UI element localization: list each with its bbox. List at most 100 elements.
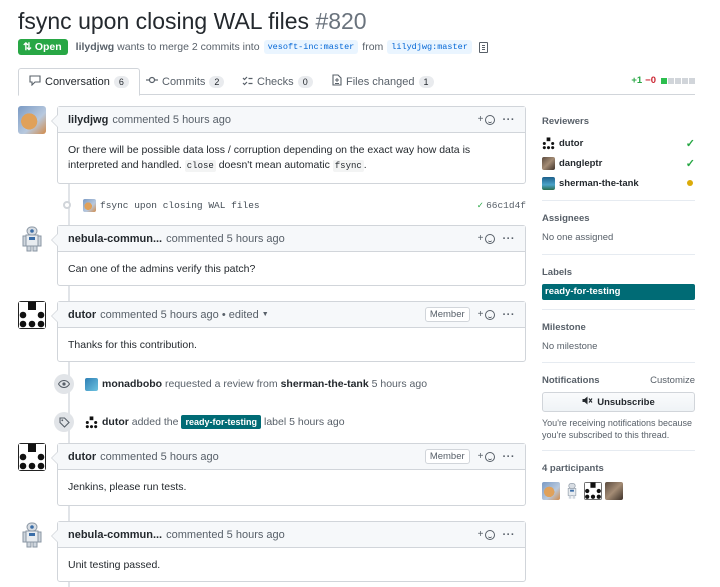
more-options-icon[interactable]: ··· xyxy=(503,309,516,321)
chevron-down-icon[interactable]: ▼ xyxy=(262,311,269,318)
avatar[interactable] xyxy=(85,377,98,391)
tab-counter: 2 xyxy=(209,75,225,88)
label-chip[interactable]: ready-for-testing xyxy=(181,415,261,429)
reviewer-name[interactable]: sherman-the-tank xyxy=(559,178,639,189)
more-options-icon[interactable]: ··· xyxy=(503,233,516,245)
comment-time[interactable]: 5 hours ago xyxy=(227,529,285,541)
clipboard-icon[interactable] xyxy=(478,41,488,53)
section-title: Milestone xyxy=(542,322,586,333)
comment-icon xyxy=(29,75,41,89)
reviewer-name[interactable]: dangleptr xyxy=(559,158,602,169)
assignees-title[interactable]: Assignees xyxy=(542,213,695,224)
add-reaction-button[interactable]: + xyxy=(478,114,495,125)
avatar[interactable] xyxy=(584,482,602,500)
more-options-icon[interactable]: ··· xyxy=(503,451,516,463)
assignees-text: No one assigned xyxy=(542,232,614,243)
avatar[interactable] xyxy=(563,482,581,500)
more-options-icon[interactable]: ··· xyxy=(503,114,516,126)
member-badge: Member xyxy=(424,307,470,322)
add-reaction-button[interactable]: + xyxy=(478,309,495,320)
add-reaction-button[interactable]: + xyxy=(478,233,495,244)
head-branch[interactable]: lilydjwg:master xyxy=(387,40,472,54)
event-actor[interactable]: dutor xyxy=(102,416,129,428)
tab-commits[interactable]: Commits 2 xyxy=(146,68,225,95)
comment-author[interactable]: dutor xyxy=(68,309,96,321)
labels-section: Labels ready-for-testing xyxy=(542,254,695,300)
check-icon: ✓ xyxy=(685,137,695,150)
add-reaction-button[interactable]: + xyxy=(478,529,495,540)
file-diff-icon xyxy=(332,74,342,89)
deletions-count: −0 xyxy=(645,75,656,86)
event-actor[interactable]: monadbobo xyxy=(102,378,162,390)
reviewer-row[interactable]: sherman-the-tank xyxy=(542,173,695,193)
base-branch[interactable]: vesoft-inc:master xyxy=(263,40,359,54)
inline-code: fsync xyxy=(332,160,364,172)
avatar[interactable] xyxy=(542,482,560,500)
tab-counter: 6 xyxy=(113,76,129,88)
checks-icon xyxy=(242,75,253,89)
event-target[interactable]: sherman-the-tank xyxy=(281,378,369,390)
tab-counter: 1 xyxy=(418,75,434,88)
comment-time[interactable]: 5 hours ago xyxy=(173,114,231,126)
avatar[interactable] xyxy=(83,198,96,212)
avatar[interactable] xyxy=(542,156,555,170)
section-title: Assignees xyxy=(542,213,590,224)
reviewer-name[interactable]: dutor xyxy=(559,138,583,149)
event-time[interactable]: 5 hours ago xyxy=(372,378,427,390)
avatar[interactable] xyxy=(18,225,46,253)
check-icon: ✓ xyxy=(685,157,695,170)
comment-author[interactable]: nebula-commun... xyxy=(68,233,162,245)
comment-body: Unit testing passed. xyxy=(68,559,161,571)
avatar[interactable] xyxy=(605,482,623,500)
edited-dropdown[interactable]: • edited xyxy=(222,309,259,321)
pull-request-icon: ⇅ xyxy=(23,41,32,53)
add-reaction-button[interactable]: + xyxy=(478,451,495,462)
check-icon[interactable]: ✓ xyxy=(477,200,483,211)
comment-author[interactable]: nebula-commun... xyxy=(68,529,162,541)
avatar[interactable] xyxy=(18,301,46,329)
milestone-text: No milestone xyxy=(542,341,598,352)
comment-author[interactable]: lilydjwg xyxy=(68,114,108,126)
tab-conversation[interactable]: Conversation 6 xyxy=(18,68,140,96)
unsubscribe-button[interactable]: Unsubscribe xyxy=(542,392,695,412)
milestone-title[interactable]: Milestone xyxy=(542,322,695,333)
reviewers-title[interactable]: Reviewers xyxy=(542,116,695,127)
pr-tabs: Conversation 6 Commits 2 Checks 0 Files … xyxy=(18,68,695,96)
section-title: Notifications xyxy=(542,375,600,386)
robot-icon xyxy=(22,522,42,548)
reviewer-row[interactable]: dutor ✓ xyxy=(542,133,695,153)
avatar[interactable] xyxy=(18,106,46,134)
comment-text: . xyxy=(363,159,367,171)
diffstat-bar xyxy=(661,77,695,84)
event-time[interactable]: 5 hours ago xyxy=(289,416,344,428)
more-options-icon[interactable]: ··· xyxy=(503,529,516,541)
comment-lilydjwg: lilydjwg commented 5 hours ago + ··· Or … xyxy=(51,106,526,184)
tab-files-changed[interactable]: Files changed 1 xyxy=(332,68,434,95)
comment-header: nebula-commun... commented 5 hours ago +… xyxy=(58,522,525,548)
comment-time[interactable]: 5 hours ago xyxy=(161,309,219,321)
avatar[interactable] xyxy=(18,521,46,549)
labels-title[interactable]: Labels xyxy=(542,267,695,278)
pr-author-link[interactable]: lilydjwg xyxy=(76,41,115,53)
avatar[interactable] xyxy=(542,176,555,190)
milestone-section: Milestone No milestone xyxy=(542,309,695,352)
comment-time[interactable]: 5 hours ago xyxy=(227,233,285,245)
avatar[interactable] xyxy=(18,443,46,471)
comment-time[interactable]: 5 hours ago xyxy=(161,451,219,463)
avatar[interactable] xyxy=(542,136,555,150)
tab-checks[interactable]: Checks 0 xyxy=(242,68,313,95)
avatar[interactable] xyxy=(85,415,98,429)
comment-header: dutor commented 5 hours ago Member + ··· xyxy=(58,444,525,470)
label-chip[interactable]: ready-for-testing xyxy=(542,284,695,300)
commit-sha[interactable]: 66c1d4f xyxy=(486,200,526,211)
pending-dot-icon xyxy=(687,180,693,186)
reviewer-row[interactable]: dangleptr ✓ xyxy=(542,153,695,173)
label-added-event: dutor added the ready-for-testing label … xyxy=(54,412,526,432)
customize-link[interactable]: Customize xyxy=(650,375,695,386)
smiley-icon xyxy=(484,233,495,244)
comment-body: Jenkins, please run tests. xyxy=(68,481,187,493)
unsubscribe-label: Unsubscribe xyxy=(597,396,655,408)
commit-message[interactable]: fsync upon closing WAL files xyxy=(100,200,260,211)
comment-author[interactable]: dutor xyxy=(68,451,96,463)
eye-icon xyxy=(54,374,74,394)
